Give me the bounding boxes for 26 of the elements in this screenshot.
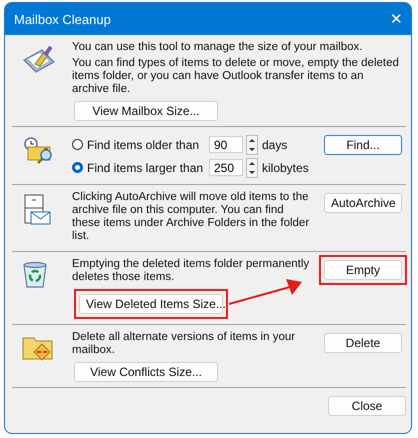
- dialog-button[interactable]: View Mailbox Size...: [74, 101, 218, 121]
- description-text: Emptying the deleted items folder permanently deletes those items.: [72, 258, 310, 284]
- dialog-button[interactable]: Delete: [324, 333, 402, 353]
- description-text: You can use this tool to manage the size of your mailbox.: [72, 41, 364, 54]
- description-text: Delete all alternate versions of items in your mailbox.: [72, 331, 296, 357]
- number-field[interactable]: 250: [209, 159, 243, 176]
- unit-label: kilobytes: [262, 160, 309, 174]
- description-text: Clicking AutoArchive will move old items to the archive file on this computer. You can find these items under Archive Folders in the folder list.: [72, 191, 310, 243]
- close-button[interactable]: Close: [328, 396, 406, 416]
- radio-label[interactable]: Find items older than: [87, 138, 200, 152]
- number-field[interactable]: 90: [209, 136, 243, 153]
- dialog-button[interactable]: Find...: [324, 135, 402, 155]
- spinner-icon[interactable]: [246, 134, 258, 154]
- radio-label[interactable]: Find items larger than: [87, 160, 204, 174]
- dialog-button[interactable]: AutoArchive: [324, 193, 402, 213]
- close-button[interactable]: ✕: [390, 10, 403, 28]
- dialog-button[interactable]: Empty: [324, 260, 402, 280]
- radio-button[interactable]: [72, 162, 83, 173]
- radio-button[interactable]: [72, 139, 83, 150]
- dialog-button[interactable]: View Conflicts Size...: [74, 362, 218, 382]
- window-title: Mailbox Cleanup: [14, 12, 111, 26]
- description-text: You can find types of items to delete or move, empty the deleted items folder, or you can have Outlook transfer items to an archive file.: [72, 57, 400, 96]
- spinner-icon[interactable]: [246, 158, 258, 178]
- dialog-button[interactable]: View Deleted Items Size...: [79, 294, 223, 314]
- broom-icon: [22, 44, 56, 74]
- unit-label: days: [262, 138, 288, 152]
